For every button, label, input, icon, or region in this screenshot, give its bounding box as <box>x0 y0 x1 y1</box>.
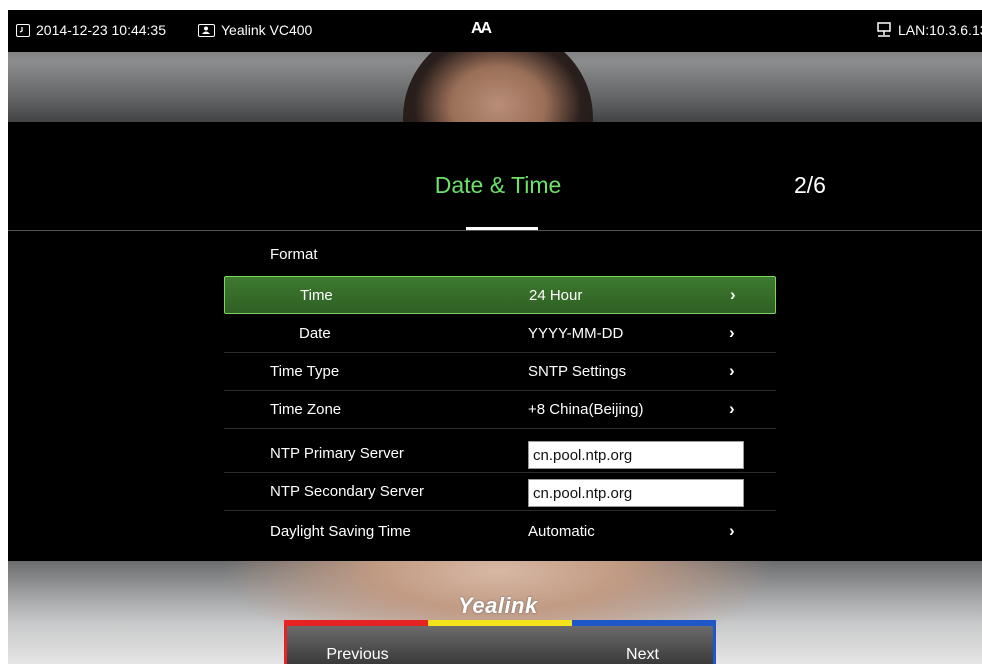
page-indicator: 2/6 <box>794 172 826 198</box>
section-label: Format <box>270 246 318 263</box>
setting-label: Daylight Saving Time <box>270 523 411 540</box>
setting-row-dst[interactable]: Daylight Saving Time Automatic › <box>224 513 776 551</box>
setting-value: 24 Hour <box>529 287 583 304</box>
setting-value: YYYY-MM-DD <box>528 325 624 342</box>
chevron-right-icon: › <box>730 285 736 304</box>
previous-softkey[interactable]: Previous <box>284 620 428 664</box>
chevron-right-icon: › <box>729 521 735 540</box>
datetime-text: 2014-12-23 10:44:35 <box>36 22 166 38</box>
chevron-right-icon: › <box>729 399 735 418</box>
chevron-right-icon: › <box>729 361 735 380</box>
setting-row-ntp-primary: NTP Primary Server cn.pool.ntp.org <box>224 435 776 473</box>
row-divider <box>224 510 776 511</box>
font-size-toggle[interactable]: AA <box>471 20 492 38</box>
yealink-logo: Yealink <box>458 593 538 618</box>
setting-row-time-zone[interactable]: Time Zone +8 China(Beijing) › <box>224 391 776 429</box>
next-softkey[interactable]: Next <box>572 620 716 664</box>
yellow-softkey[interactable] <box>428 620 572 664</box>
clock-icon <box>16 23 30 37</box>
datetime-indicator: 2014-12-23 10:44:35 <box>16 22 166 38</box>
network-text: LAN:10.3.6.134 <box>898 22 982 38</box>
setting-row-time-type[interactable]: Time Type SNTP Settings › <box>224 353 776 391</box>
setting-value: +8 China(Beijing) <box>528 401 644 418</box>
settings-header: Date & Time 2/6 <box>8 122 982 231</box>
video-screen: 2014-12-23 10:44:35 Yealink VC400 AA LAN… <box>8 10 982 664</box>
setting-label: Time Zone <box>270 401 342 418</box>
setting-label: NTP Secondary Server <box>270 483 424 500</box>
network-icon <box>877 22 891 37</box>
network-indicator: LAN:10.3.6.134 <box>876 22 982 38</box>
setting-row-time[interactable]: Time 24 Hour › <box>224 276 776 314</box>
row-divider <box>224 428 776 429</box>
setting-value: SNTP Settings <box>528 363 627 380</box>
ntp-secondary-input[interactable]: cn.pool.ntp.org <box>528 479 744 507</box>
page-title: Date & Time <box>434 172 562 198</box>
device-indicator: Yealink VC400 <box>198 22 312 38</box>
ntp-primary-input[interactable]: cn.pool.ntp.org <box>528 441 744 469</box>
setting-value: Automatic <box>528 523 595 540</box>
chevron-right-icon: › <box>729 323 735 342</box>
section-format: Format <box>224 236 776 274</box>
setting-label: NTP Primary Server <box>270 445 404 462</box>
setting-row-ntp-secondary: NTP Secondary Server cn.pool.ntp.org <box>224 473 776 511</box>
panel-divider <box>8 230 982 231</box>
status-bar: 2014-12-23 10:44:35 Yealink VC400 AA LAN… <box>8 10 982 52</box>
device-name: Yealink VC400 <box>221 22 313 38</box>
monitor-icon <box>198 23 215 37</box>
setting-row-date[interactable]: Date YYYY-MM-DD › <box>224 315 776 353</box>
setting-label: Date <box>299 325 331 342</box>
setting-label: Time Type <box>270 363 340 380</box>
setting-label: Time <box>300 287 333 304</box>
